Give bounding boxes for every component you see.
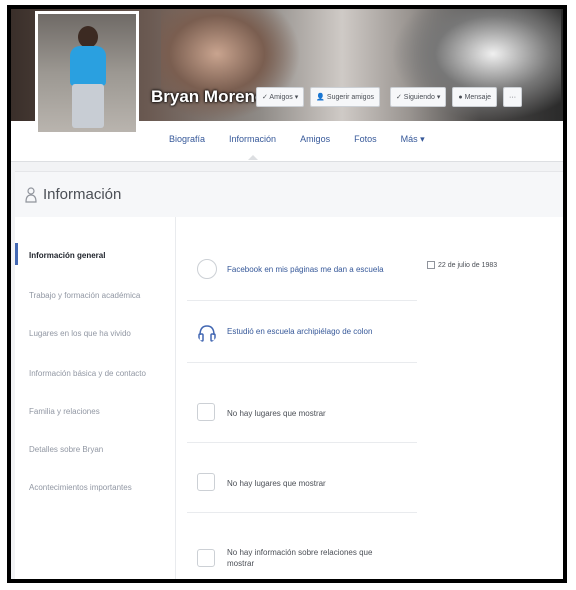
- cover-actions: ✓ Amigos ▾ 👤 Sugerir amigos ✓ Siguiendo …: [256, 87, 523, 107]
- section-header: Información: [15, 171, 563, 219]
- profile-picture-head: [78, 26, 98, 48]
- birthday-text: 22 de julio de 1983: [438, 261, 498, 269]
- tab-more[interactable]: Más ▾: [389, 134, 437, 145]
- pin-icon: [197, 473, 215, 491]
- profile-name[interactable]: Bryan Moreno: [151, 87, 265, 107]
- following-button[interactable]: ✓ Siguiendo ▾: [389, 87, 447, 107]
- row-divider: [187, 300, 417, 301]
- overview-row: No hay lugares que mostrar: [187, 383, 417, 443]
- overview-row-text[interactable]: Facebook en mis páginas me dan a escuela: [227, 265, 384, 274]
- calendar-icon: [427, 261, 435, 269]
- profile-picture-legs: [72, 84, 104, 128]
- tab-friends[interactable]: Amigos: [288, 134, 342, 145]
- sidebar-item-work-education[interactable]: Trabajo y formación académica: [29, 291, 140, 300]
- overview-row: Facebook en mis páginas me dan a escuela: [187, 241, 417, 301]
- sidebar-item-details[interactable]: Detalles sobre Bryan: [29, 445, 103, 454]
- overview-row-text: No hay lugares que mostrar: [227, 479, 326, 488]
- row-divider: [187, 442, 417, 443]
- friends-button[interactable]: ✓ Amigos ▾: [256, 87, 305, 107]
- more-options-button[interactable]: ···: [503, 87, 523, 107]
- sidebar-item-places-lived[interactable]: Lugares en los que ha vivido: [29, 329, 131, 338]
- section-title: Información: [43, 186, 122, 203]
- sidebar-item-life-events[interactable]: Acontecimientos importantes: [29, 483, 132, 492]
- pin-icon: [197, 403, 215, 421]
- tab-about[interactable]: Información: [217, 134, 288, 160]
- sidebar-item-overview[interactable]: Información general: [29, 251, 105, 260]
- headphones-icon: [198, 325, 216, 342]
- clock-icon: [197, 259, 217, 279]
- active-item-marker: [15, 243, 18, 265]
- about-content: Información general Trabajo y formación …: [15, 217, 563, 579]
- profile-picture-body: [70, 46, 106, 86]
- about-sidebar: Información general Trabajo y formación …: [15, 217, 176, 579]
- profile-picture[interactable]: [35, 11, 139, 135]
- person-icon: [25, 187, 37, 203]
- overview-row-text: No hay información sobre relaciones que …: [227, 548, 373, 568]
- message-button[interactable]: ● Mensaje: [452, 87, 498, 107]
- tab-timeline[interactable]: Biografía: [157, 134, 217, 145]
- tab-photos[interactable]: Fotos: [342, 134, 389, 145]
- overview-row: No hay lugares que mostrar: [187, 453, 417, 513]
- overview-row: Estudió en escuela archipiélago de colon: [187, 303, 417, 363]
- heart-icon: [197, 549, 215, 567]
- suggest-friends-button[interactable]: 👤 Sugerir amigos: [310, 87, 380, 107]
- row-divider: [187, 362, 417, 363]
- birthday-entry: 22 de julio de 1983: [427, 261, 497, 269]
- overview-row-text[interactable]: Estudió en escuela archipiélago de colon: [227, 327, 372, 336]
- row-divider: [187, 512, 417, 513]
- screenshot-frame: Bryan Moreno ✓ Amigos ▾ 👤 Sugerir amigos…: [7, 5, 567, 583]
- overview-row-text: No hay lugares que mostrar: [227, 409, 326, 418]
- sidebar-item-family[interactable]: Familia y relaciones: [29, 407, 100, 416]
- sidebar-item-contact-info[interactable]: Información básica y de contacto: [29, 369, 146, 378]
- overview-row: No hay información sobre relaciones que …: [187, 523, 417, 579]
